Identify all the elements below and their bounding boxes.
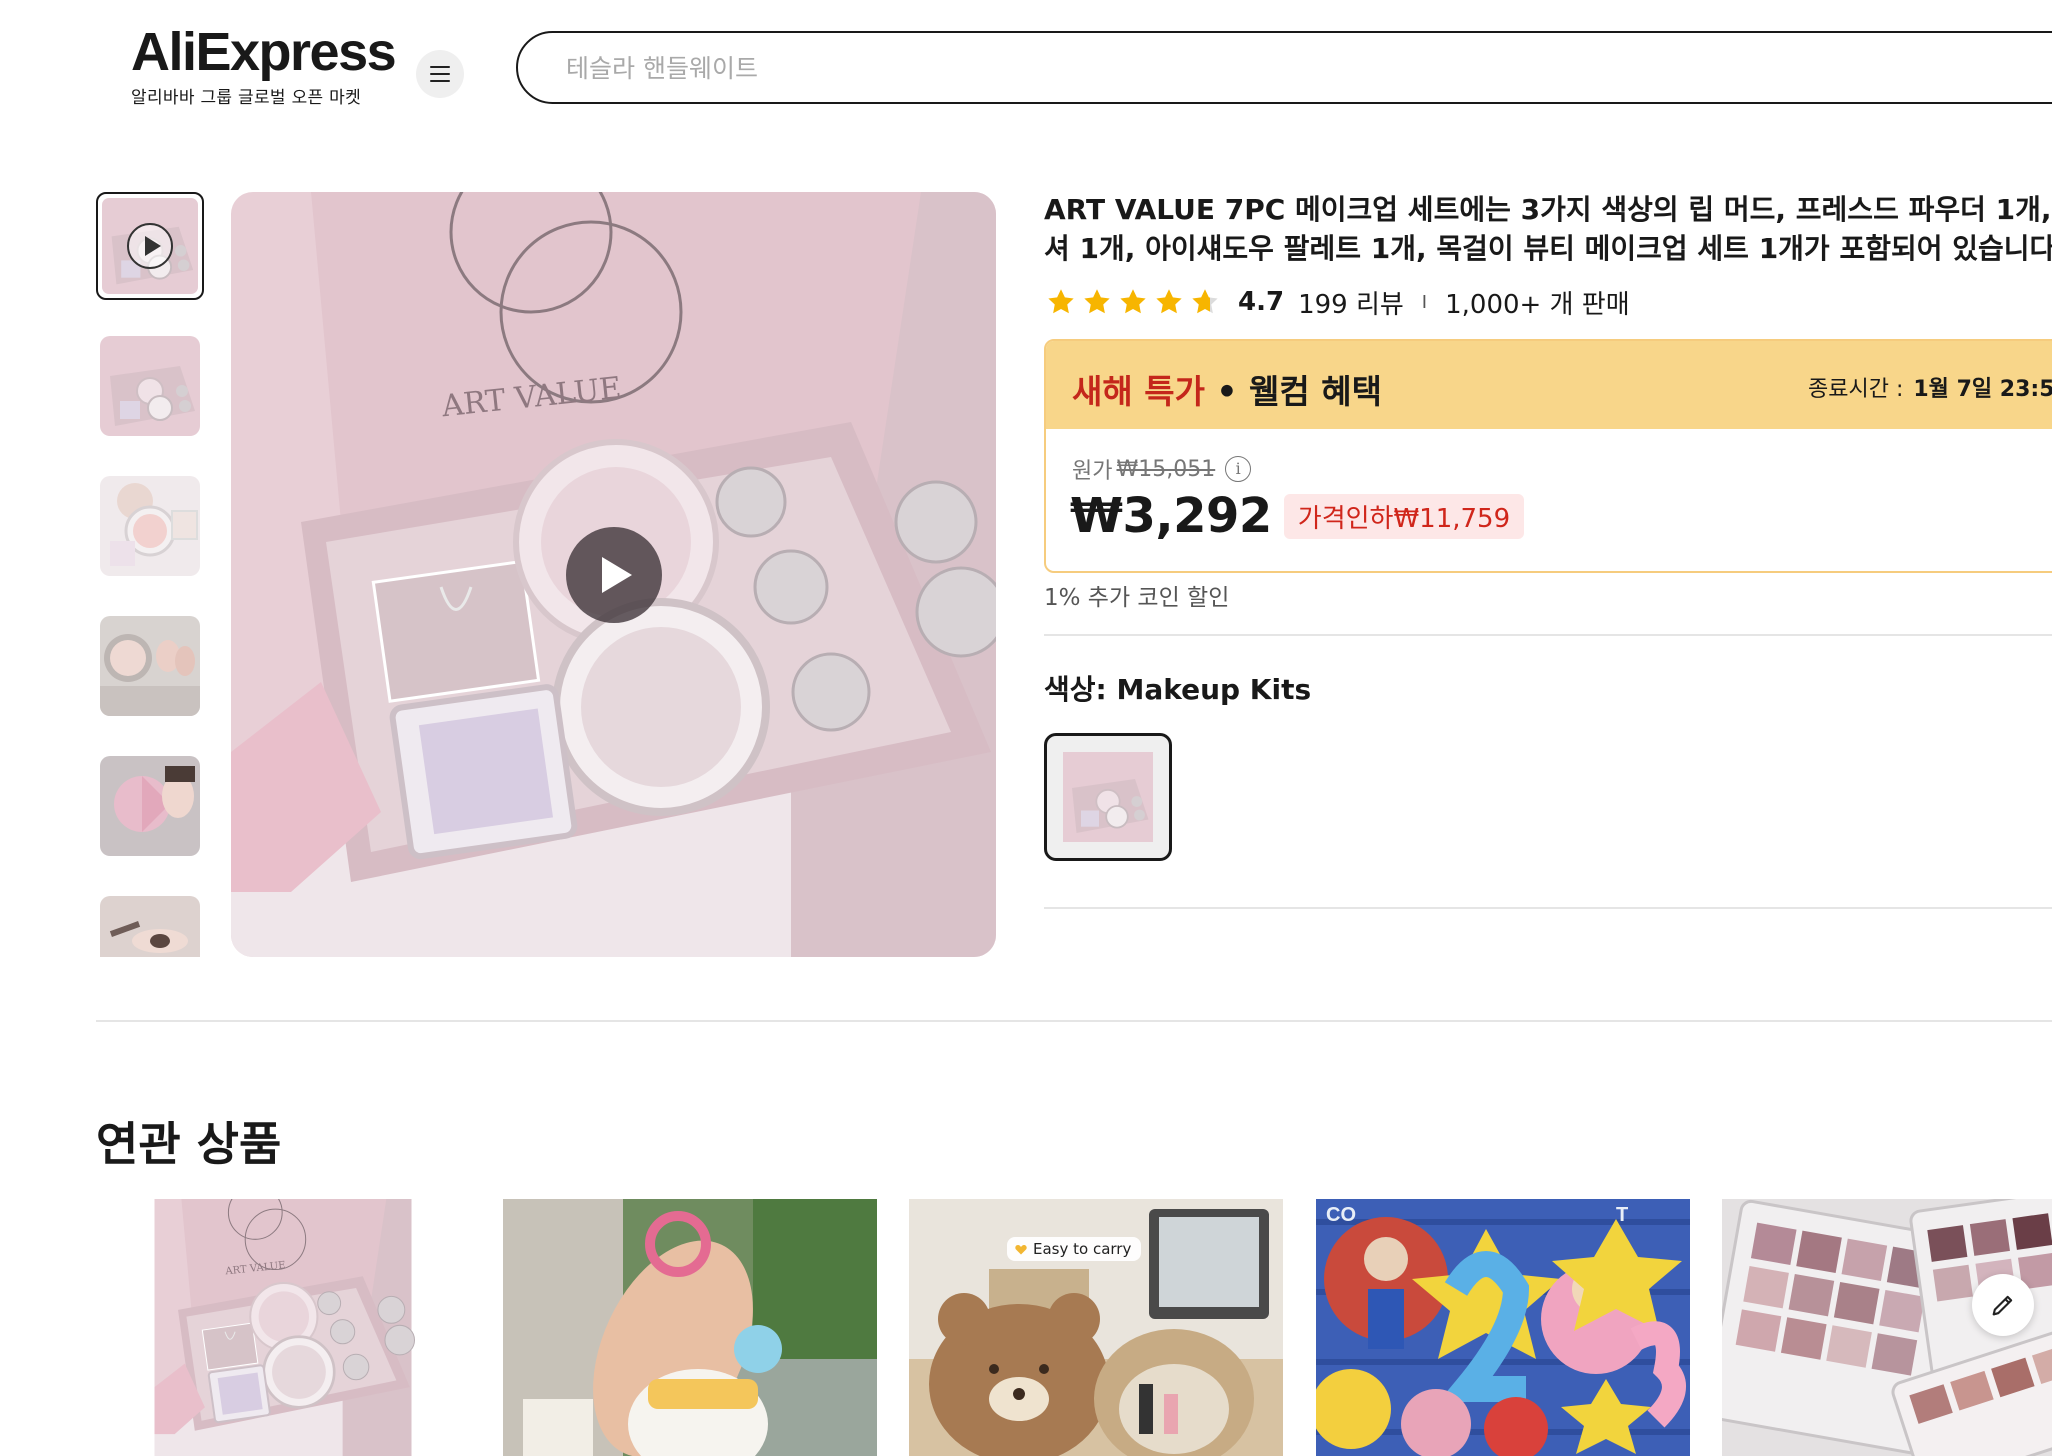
deal-benefit: • 웰컴 혜택 [1204, 372, 1382, 411]
product-title-line: ART VALUE 7PC 메이크업 세트에는 3가지 색상의 립 머드, 프레… [1044, 193, 2052, 226]
star-icon [1048, 289, 1074, 314]
deal-box: 새해 특가 • 웰컴 혜택 종료시간 : 1월 7일 23:59 원가 ₩15,0… [1044, 339, 2052, 573]
separator: I [1421, 291, 1428, 313]
thumbnail-image[interactable] [100, 756, 200, 856]
related-products-title: 연관 상품 [96, 1117, 282, 1171]
thumbnail-video[interactable] [96, 192, 204, 300]
product-tag: Easy to carry [1007, 1237, 1142, 1261]
related-product-card[interactable] [96, 1199, 470, 1456]
deal-end-label: 종료시간 : [1808, 377, 1904, 402]
color-swatch-makeup-kits[interactable] [1044, 733, 1172, 861]
product-tag-text: Easy to carry [1033, 1240, 1132, 1258]
info-icon[interactable]: i [1225, 456, 1252, 482]
product-title-line: 셔 1개, 아이섀도우 팔레트 1개, 목걸이 뷰티 메이크업 세트 1개가 포… [1044, 232, 2052, 265]
swatch-image [1063, 752, 1153, 842]
thumbnail-image[interactable] [100, 896, 200, 957]
divider [1044, 907, 2052, 909]
sold-count: 1,000+ 개 판매 [1445, 289, 1630, 320]
star-icon [1156, 289, 1182, 314]
original-price-label: 원가 [1072, 459, 1113, 484]
aliexpress-logo[interactable]: AliExpress 알리바바 그룹 글로벌 오픈 마켓 [131, 22, 397, 108]
play-icon [127, 223, 173, 269]
logo-wordmark: AliExpress [131, 22, 397, 82]
thumbnail-image[interactable] [100, 476, 200, 576]
search-input[interactable] [566, 51, 1966, 85]
divider [1044, 634, 2052, 636]
deal-end-value: 1월 7일 23:59 [1913, 377, 2052, 402]
edit-icon[interactable] [1972, 1274, 2034, 1336]
pencil-icon [1992, 1295, 2013, 1316]
related-product-card[interactable] [1316, 1199, 1690, 1456]
discount-badge: 가격인하₩11,759 [1283, 493, 1525, 539]
price-row: ₩3,292 가격인하₩11,759 [1070, 488, 1525, 544]
coin-discount: 1% 추가 코인 할인 [1044, 585, 1230, 611]
deal-highlight: 새해 특가 [1072, 372, 1205, 411]
star-icon [1120, 289, 1146, 314]
original-price: ₩15,051 [1116, 456, 1216, 482]
thumbnail-strip[interactable] [96, 192, 204, 957]
sale-price: ₩3,292 [1070, 488, 1272, 544]
main-product-media[interactable] [231, 192, 996, 957]
heart-icon [1015, 1244, 1027, 1254]
color-option-label: 색상: Makeup Kits [1044, 673, 1312, 706]
search-bar[interactable] [516, 31, 2052, 104]
thumbnail-image[interactable] [100, 336, 200, 436]
divider [96, 1020, 2052, 1022]
deal-header: 새해 특가 • 웰컴 혜택 종료시간 : 1월 7일 23:59 [1046, 341, 2052, 429]
review-count-link[interactable]: 199 리뷰 [1298, 284, 1404, 321]
product-title: ART VALUE 7PC 메이크업 세트에는 3가지 색상의 립 머드, 프레… [1044, 190, 2052, 268]
deal-name: 새해 특가 • 웰컴 혜택 [1072, 365, 1382, 413]
product-image [503, 1199, 877, 1456]
related-product-card[interactable]: Easy to carry [909, 1199, 1283, 1456]
product-image [1316, 1199, 1690, 1456]
play-video-button[interactable] [566, 527, 662, 623]
thumbnail-image[interactable] [100, 616, 200, 716]
original-price-row: 원가 ₩15,051 i [1072, 453, 1252, 485]
rating-stars [1046, 287, 1220, 317]
star-half-icon [1192, 289, 1218, 314]
hamburger-menu-icon[interactable] [416, 50, 464, 98]
deal-end-time: 종료시간 : 1월 7일 23:59 [1808, 371, 2052, 403]
related-product-card[interactable] [503, 1199, 877, 1456]
rating-value: 4.7 [1238, 287, 1285, 317]
star-icon [1084, 289, 1110, 314]
product-image [96, 1199, 470, 1456]
logo-subtitle: 알리바바 그룹 글로벌 오픈 마켓 [131, 88, 362, 108]
rating-row: 4.7 199 리뷰 I 1,000+ 개 판매 [1046, 282, 1630, 322]
